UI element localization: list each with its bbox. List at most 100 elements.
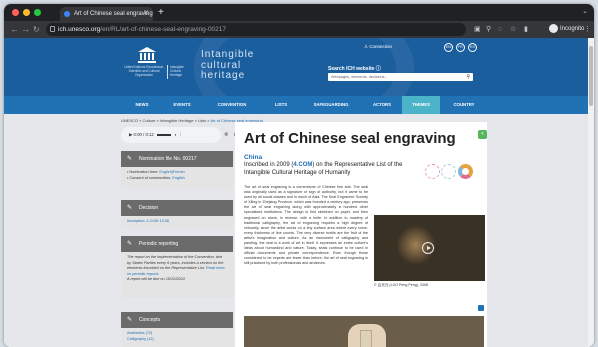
- concepts-body: Aesthetics (72) Calligraphy (12): [121, 328, 233, 347]
- nav-themes[interactable]: THEMES: [402, 96, 440, 114]
- menu-kebab-icon[interactable]: ⋮: [584, 24, 591, 35]
- scrollbar-thumb[interactable]: [589, 46, 593, 106]
- side-panel-icon[interactable]: ▮: [524, 24, 528, 35]
- back-arrow-icon[interactable]: ←: [10, 23, 19, 36]
- convention-icon[interactable]: [441, 164, 456, 179]
- pencil-icon: ✎: [127, 317, 133, 323]
- video-thumbnail[interactable]: [374, 215, 485, 281]
- forward-arrow-icon[interactable]: →: [21, 23, 30, 36]
- brand-title[interactable]: Intangible cultural heritage: [201, 49, 254, 82]
- nav-actors[interactable]: ACTORS: [362, 96, 402, 114]
- concept-item[interactable]: Calligraphy (12): [127, 337, 227, 343]
- close-window-button[interactable]: [12, 9, 19, 16]
- inscribed-prefix: Inscribed in 2009 (: [244, 162, 294, 168]
- seal-stone-image: [360, 330, 372, 347]
- info-icon[interactable]: ⓘ: [376, 66, 381, 72]
- tab-favicon-icon: [64, 11, 70, 17]
- sdg-wheel-icon[interactable]: [458, 164, 473, 179]
- decision-title: Decision: [139, 205, 159, 211]
- consent-link[interactable]: English: [172, 176, 184, 180]
- share-icon[interactable]: <: [478, 130, 487, 139]
- search-icon[interactable]: ⚲: [466, 73, 470, 81]
- connection-label: Connection: [369, 44, 393, 49]
- audio-cc-icon: ④: [224, 132, 229, 138]
- lang-en-button[interactable]: EN: [444, 43, 453, 52]
- nav-country[interactable]: COUNTRY: [440, 96, 488, 114]
- play-icon[interactable]: ▶: [129, 132, 132, 137]
- lang-fr-button[interactable]: FR: [456, 43, 465, 52]
- decision-header: ✎ Decision: [121, 200, 233, 216]
- tab-search-icon[interactable]: ⌄: [582, 7, 588, 15]
- element-icons: [425, 164, 485, 180]
- search-input[interactable]: Webpages, elements, decisions... ⚲: [328, 73, 473, 81]
- incognito-profile[interactable]: Incognito: [549, 24, 584, 35]
- tab-title: Art of Chinese seal engraving: [74, 11, 153, 17]
- search-placeholder: Webpages, elements, decisions...: [331, 75, 388, 79]
- pencil-icon: ✎: [127, 205, 133, 211]
- unesco-caption: United Nations Educational, Scientific a…: [124, 65, 164, 77]
- audio-progress-bar[interactable]: [157, 134, 172, 136]
- nomination-form-label: Nomination form:: [129, 170, 160, 174]
- concepts-title: Concepts: [139, 317, 161, 323]
- concept-link[interactable]: Aesthetics (72): [127, 331, 152, 335]
- play-circle-icon[interactable]: [422, 242, 434, 254]
- brand-line: heritage: [201, 70, 246, 81]
- minimize-window-button[interactable]: [23, 9, 30, 16]
- inscribed-link[interactable]: 4.COM: [293, 162, 312, 168]
- tab-strip: Art of Chinese seal engraving ✕ + ⌄: [4, 4, 594, 21]
- translate-icon[interactable]: ▣: [474, 24, 481, 35]
- consent-row: • Consent of communities: English: [127, 175, 185, 180]
- decision-body: Inscription: 4.COM 13.06: [121, 216, 233, 229]
- country-link[interactable]: China: [244, 154, 262, 161]
- site-header: United Nations Educational, Scientific a…: [4, 38, 588, 96]
- list-icon[interactable]: [425, 164, 440, 179]
- reload-icon[interactable]: ↻: [33, 23, 40, 36]
- nav-news[interactable]: NEWS: [122, 96, 162, 114]
- unesco-temple-logo-icon[interactable]: [138, 47, 156, 63]
- periodic-header: ✎ Periodic reporting: [121, 236, 233, 252]
- main-nav: NEWS EVENTS CONVENTION LISTS SAFEGUARDIN…: [4, 96, 588, 114]
- nav-safeguarding[interactable]: SAFEGUARDING: [300, 96, 362, 114]
- url-path: /en/RL/art-of-chinese-seal-engraving-002…: [100, 26, 227, 33]
- logo-divider: [167, 65, 168, 79]
- zoom-icon[interactable]: ⚲: [486, 24, 491, 35]
- periodic-title: Periodic reporting: [139, 241, 179, 247]
- audio-meta: ④ Date: 05/2024: [224, 127, 261, 143]
- audio-player[interactable]: ▶ 0:00 / 0:12 ◗ ⋮: [121, 127, 221, 143]
- profile-label: Incognito: [560, 26, 585, 33]
- bookmark-star-icon[interactable]: ☆: [510, 24, 516, 35]
- nav-convention[interactable]: CONVENTION: [202, 96, 262, 114]
- nomination-form-link[interactable]: English|French: [159, 170, 184, 174]
- description-text: The art of seal engraving is a cornersto…: [244, 185, 368, 266]
- consent-label: Consent of communities:: [129, 175, 173, 180]
- seal-photo[interactable]: [244, 316, 484, 347]
- concepts-header: ✎ Concepts: [121, 312, 233, 328]
- download-icon[interactable]: [478, 305, 484, 311]
- decision-link[interactable]: Inscription: 4.COM 13.06: [127, 219, 169, 223]
- audio-more-icon[interactable]: ⋮: [178, 132, 182, 137]
- lang-es-button[interactable]: ES: [468, 43, 477, 52]
- address-bar[interactable]: ich.unesco.org/en/RL/art-of-chinese-seal…: [46, 23, 466, 36]
- pencil-icon: ✎: [127, 156, 133, 162]
- nomination-header: ✎ Nomination file No. 00217: [121, 151, 233, 167]
- ich-caption: Intangible Cultural Heritage: [170, 65, 184, 77]
- audio-time: 0:00 / 0:12: [133, 132, 154, 137]
- page-scrollbar[interactable]: [588, 38, 594, 347]
- nav-events[interactable]: EVENTS: [162, 96, 202, 114]
- search-label-text: Search ICH website: [328, 66, 375, 72]
- maximize-window-button[interactable]: [34, 9, 41, 16]
- periodic-due: A report will be due on 15/12/2024: [127, 277, 185, 281]
- close-tab-icon[interactable]: ✕: [143, 7, 149, 21]
- incognito-icon: [549, 24, 558, 33]
- browser-tab[interactable]: Art of Chinese seal engraving ✕: [60, 7, 153, 21]
- nomination-body: • Nomination form: English|French • Cons…: [121, 167, 233, 189]
- breadcrumb-path[interactable]: UNESCO » Culture » Intangible Heritage »…: [121, 118, 210, 123]
- nav-lists[interactable]: LISTS: [262, 96, 300, 114]
- nomination-title: Nomination file No. 00217: [139, 156, 197, 162]
- concept-link[interactable]: Calligraphy (12): [127, 337, 154, 341]
- connection-link[interactable]: ♙ Connection: [364, 44, 392, 50]
- eye-off-icon[interactable]: ◌: [498, 24, 502, 35]
- volume-icon[interactable]: ◗: [174, 132, 177, 137]
- browser-toolbar: ← → ↻ ich.unesco.org/en/RL/art-of-chines…: [4, 21, 594, 38]
- new-tab-button[interactable]: +: [158, 6, 164, 19]
